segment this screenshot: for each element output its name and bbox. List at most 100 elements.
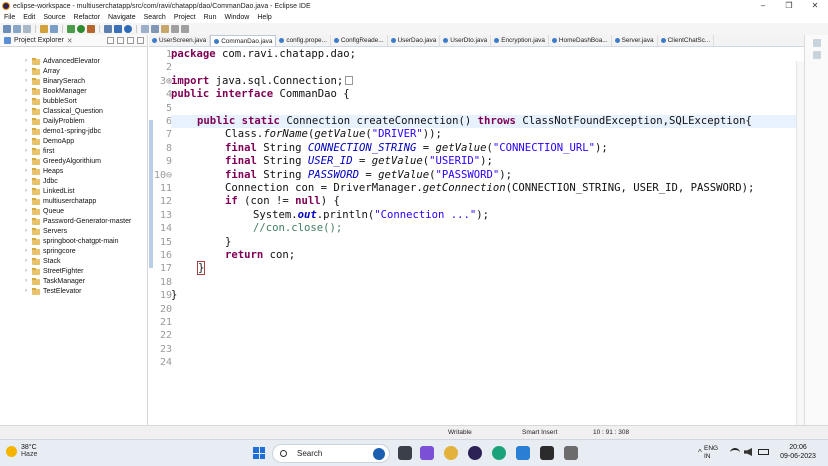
project-item[interactable]: › demo1-spring-jdbc — [0, 126, 147, 136]
menu-search[interactable]: Search — [140, 14, 170, 21]
back-icon[interactable] — [171, 25, 179, 33]
menu-source[interactable]: Source — [39, 14, 69, 21]
project-item[interactable]: › bubbleSort — [0, 96, 147, 106]
chevron-right-icon[interactable]: › — [25, 188, 27, 194]
task-list-icon[interactable] — [813, 51, 821, 59]
store-icon[interactable] — [540, 446, 554, 460]
eclipse-taskbar-icon[interactable] — [468, 446, 482, 460]
project-item[interactable]: › Queue — [0, 206, 147, 216]
clock-date[interactable]: 09-06-2023 — [774, 453, 822, 460]
chevron-right-icon[interactable]: › — [25, 228, 27, 234]
editor-tab[interactable]: UserDto.java — [440, 35, 492, 46]
chevron-right-icon[interactable]: › — [25, 68, 27, 74]
editor-tab[interactable]: UserDao.java — [388, 35, 441, 46]
link-editor-icon[interactable] — [117, 37, 124, 44]
editor-tab[interactable]: ConfigReade... — [331, 35, 388, 46]
project-item[interactable]: › first — [0, 146, 147, 156]
project-item[interactable]: › BinarySerach — [0, 76, 147, 86]
collapse-all-icon[interactable] — [107, 37, 114, 44]
forward-icon[interactable] — [181, 25, 189, 33]
project-item[interactable]: › Jdbc — [0, 176, 147, 186]
project-item[interactable]: › Stack — [0, 256, 147, 266]
close-icon[interactable]: ✕ — [802, 0, 828, 12]
chevron-right-icon[interactable]: › — [25, 148, 27, 154]
mail-icon[interactable] — [516, 446, 530, 460]
project-item[interactable]: › AdvancedElevator — [0, 56, 147, 66]
project-item[interactable]: › Password-Generator-master — [0, 216, 147, 226]
language-indicator[interactable]: ENG — [704, 445, 718, 452]
outline-view-icon[interactable] — [813, 39, 821, 47]
chevron-right-icon[interactable]: › — [25, 268, 27, 274]
minimize-panel-icon[interactable] — [137, 37, 144, 44]
editor-tab[interactable]: UserScreen.java — [149, 35, 211, 46]
close-icon[interactable]: ✕ — [67, 37, 73, 45]
chevron-right-icon[interactable]: › — [25, 128, 27, 134]
task-view-icon[interactable] — [398, 446, 412, 460]
chevron-right-icon[interactable]: › — [25, 248, 27, 254]
chevron-right-icon[interactable]: › — [25, 258, 27, 264]
run-icon[interactable] — [77, 25, 85, 33]
project-item[interactable]: › Heaps — [0, 166, 147, 176]
editor-tab[interactable]: Server.java — [612, 35, 658, 46]
project-item[interactable]: › springboot-chatgpt-main — [0, 236, 147, 246]
teams-chat-icon[interactable] — [420, 446, 434, 460]
bing-icon[interactable] — [373, 448, 385, 460]
chevron-right-icon[interactable]: › — [25, 88, 27, 94]
menu-run[interactable]: Run — [200, 14, 221, 21]
view-menu-icon[interactable] — [127, 37, 134, 44]
chrome-icon[interactable] — [444, 446, 458, 460]
project-item[interactable]: › TaskManager — [0, 276, 147, 286]
chevron-right-icon[interactable]: › — [25, 238, 27, 244]
menu-help[interactable]: Help — [253, 14, 275, 21]
project-item[interactable]: › GreedyAlgorithium — [0, 156, 147, 166]
terminal-icon[interactable] — [50, 25, 58, 33]
chevron-right-icon[interactable]: › — [25, 208, 27, 214]
chevron-right-icon[interactable]: › — [25, 138, 27, 144]
weather-widget[interactable]: 38°C Haze — [6, 444, 37, 458]
chevron-right-icon[interactable]: › — [25, 278, 27, 284]
taskbar-search-box[interactable]: Search — [272, 444, 390, 463]
project-item[interactable]: › BookManager — [0, 86, 147, 96]
chevron-up-icon[interactable]: ^ — [698, 448, 702, 457]
edge-icon[interactable] — [492, 446, 506, 460]
project-item[interactable]: › StreetFighter — [0, 266, 147, 276]
menu-project[interactable]: Project — [170, 14, 200, 21]
clock-time[interactable]: 20:06 — [778, 444, 818, 451]
maximize-icon[interactable]: ❐ — [776, 0, 802, 12]
minimize-icon[interactable]: – — [750, 0, 776, 12]
code-area[interactable]: 1 2 3⊕ 4 5 6 7 8 9 10⊖ 11 12 13 14 15 16 17 18 19 20 21 22 23 2… — [149, 48, 804, 436]
menu-navigate[interactable]: Navigate — [104, 14, 140, 21]
chevron-right-icon[interactable]: › — [25, 198, 27, 204]
chevron-right-icon[interactable]: › — [25, 58, 27, 64]
chevron-right-icon[interactable]: › — [25, 158, 27, 164]
new-java-project-icon[interactable] — [104, 25, 112, 33]
project-item[interactable]: › LinkedList — [0, 186, 147, 196]
open-type-icon[interactable] — [141, 25, 149, 33]
chevron-right-icon[interactable]: › — [25, 288, 27, 294]
speaker-icon[interactable] — [744, 448, 752, 456]
new-icon[interactable] — [3, 25, 11, 33]
new-package-icon[interactable] — [114, 25, 122, 33]
editor-tab[interactable]: HomeDashBoa... — [549, 35, 612, 46]
battery-icon[interactable] — [758, 449, 769, 455]
app-icon[interactable] — [564, 446, 578, 460]
annotation-icon[interactable] — [161, 25, 169, 33]
menu-window[interactable]: Window — [220, 14, 253, 21]
project-item[interactable]: › TestElevator — [0, 286, 147, 296]
chevron-right-icon[interactable]: › — [25, 178, 27, 184]
save-all-icon[interactable] — [23, 25, 31, 33]
project-item[interactable]: › Array — [0, 66, 147, 76]
chevron-right-icon[interactable]: › — [25, 168, 27, 174]
external-tools-icon[interactable] — [87, 25, 95, 33]
save-icon[interactable] — [13, 25, 21, 33]
search-icon[interactable] — [151, 25, 159, 33]
project-item[interactable]: › DemoApp — [0, 136, 147, 146]
vertical-scrollbar[interactable] — [796, 61, 804, 436]
debug-icon[interactable] — [67, 25, 75, 33]
build-icon[interactable] — [40, 25, 48, 33]
project-explorer-tab[interactable]: Project Explorer ✕ — [0, 35, 147, 47]
menu-refactor[interactable]: Refactor — [70, 14, 104, 21]
menu-edit[interactable]: Edit — [19, 14, 39, 21]
menu-file[interactable]: File — [0, 14, 19, 21]
project-item[interactable]: › Servers — [0, 226, 147, 236]
